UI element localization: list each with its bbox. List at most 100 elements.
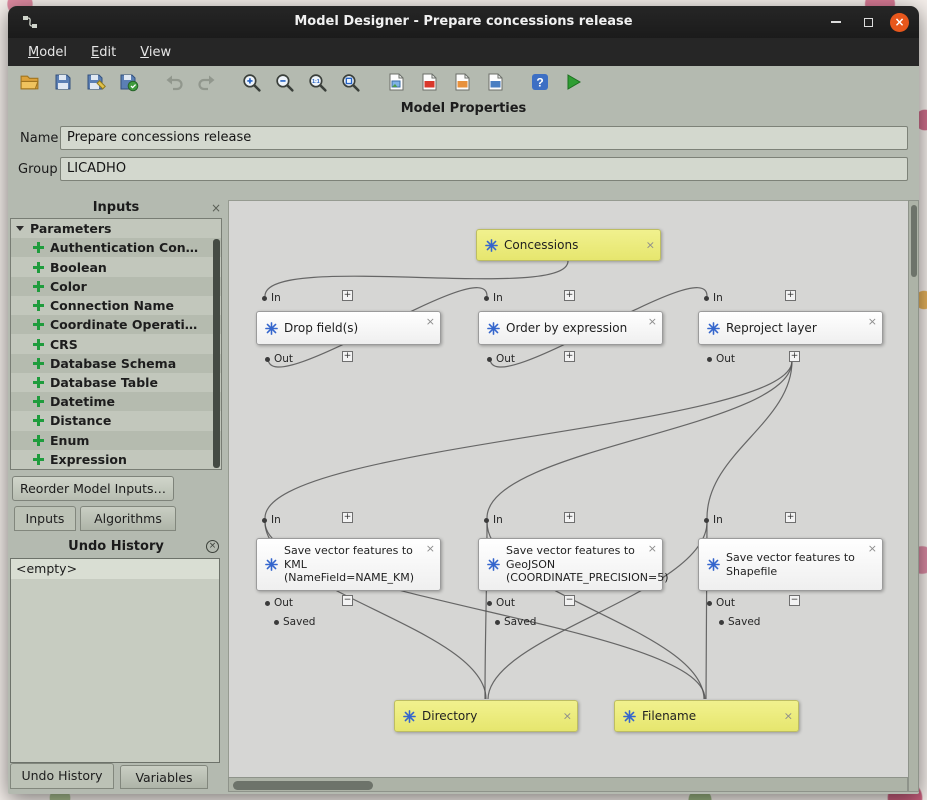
add-plus-icon	[33, 300, 44, 311]
reorder-model-inputs-button[interactable]: Reorder Model Inputs…	[12, 476, 174, 501]
node-save-kml[interactable]: Save vector features to KML (NameField=N…	[256, 538, 441, 591]
node-reproject-layer[interactable]: Reproject layer ×	[698, 311, 883, 345]
vscrollbar-thumb[interactable]	[911, 205, 917, 277]
node-close-icon[interactable]: ×	[648, 543, 657, 554]
param-expression[interactable]: Expression	[11, 450, 221, 469]
expand-inputs-toggle[interactable]: +	[785, 290, 796, 301]
undo-history-list[interactable]: <empty>	[10, 558, 220, 763]
expand-inputs-toggle[interactable]: +	[564, 512, 575, 523]
socket-saved[interactable]: Saved	[274, 616, 315, 628]
tab-algorithms[interactable]: Algorithms	[80, 506, 176, 531]
socket-saved[interactable]: Saved	[495, 616, 536, 628]
param-coordinate-operation[interactable]: Coordinate Operati…	[11, 315, 221, 334]
expand-inputs-toggle[interactable]: +	[342, 512, 353, 523]
maximize-button[interactable]	[858, 12, 878, 32]
socket-out[interactable]: Out	[265, 597, 293, 609]
param-datetime[interactable]: Datetime	[11, 392, 221, 411]
collapse-outputs-toggle[interactable]: −	[564, 595, 575, 606]
param-connection-name[interactable]: Connection Name	[11, 296, 221, 315]
param-boolean[interactable]: Boolean	[11, 257, 221, 276]
edit-model-help-button[interactable]: ?	[526, 69, 553, 96]
zoom-out-button[interactable]	[271, 69, 298, 96]
socket-in[interactable]: In	[484, 514, 503, 526]
minimize-button[interactable]	[826, 12, 846, 32]
node-close-icon[interactable]: ×	[426, 316, 435, 327]
socket-out[interactable]: Out	[707, 597, 735, 609]
titlebar[interactable]: Model Designer - Prepare concessions rel…	[8, 6, 919, 38]
undo-button[interactable]	[160, 69, 187, 96]
param-crs[interactable]: CRS	[11, 334, 221, 353]
node-filename[interactable]: Filename ×	[614, 700, 799, 732]
save-model-as-button[interactable]	[82, 69, 109, 96]
canvas-hscrollbar[interactable]	[228, 777, 908, 792]
node-order-by-expression[interactable]: Order by expression ×	[478, 311, 663, 345]
socket-in[interactable]: In	[704, 292, 723, 304]
socket-in[interactable]: In	[262, 514, 281, 526]
node-drop-fields[interactable]: Drop field(s) ×	[256, 311, 441, 345]
zoom-in-button[interactable]	[238, 69, 265, 96]
expand-inputs-toggle[interactable]: +	[785, 512, 796, 523]
zoom-actual-button[interactable]: 1:1	[304, 69, 331, 96]
save-model-button[interactable]	[49, 69, 76, 96]
expand-inputs-toggle[interactable]: +	[564, 290, 575, 301]
inputs-tree-scrollbar[interactable]	[213, 239, 220, 468]
node-close-icon[interactable]: ×	[868, 316, 877, 327]
export-as-svg-button[interactable]	[448, 69, 475, 96]
menu-view[interactable]: View	[130, 41, 181, 64]
save-model-in-project-button[interactable]	[115, 69, 142, 96]
node-close-icon[interactable]: ×	[426, 543, 435, 554]
zoom-full-icon	[340, 72, 361, 93]
model-canvas[interactable]: In + In + In + Out + Out + Out + In + In…	[228, 200, 908, 777]
socket-in[interactable]: In	[704, 514, 723, 526]
export-as-image-button[interactable]	[382, 69, 409, 96]
param-database-table[interactable]: Database Table	[11, 373, 221, 392]
expand-outputs-toggle[interactable]: +	[789, 351, 800, 362]
socket-out[interactable]: Out	[487, 597, 515, 609]
canvas-vscrollbar[interactable]	[908, 200, 919, 792]
node-close-icon[interactable]: ×	[646, 240, 655, 251]
name-input[interactable]: Prepare concessions release	[60, 126, 908, 150]
node-save-shapefile[interactable]: Save vector features to Shapefile ×	[698, 538, 883, 591]
tab-undo-history[interactable]: Undo History	[10, 763, 114, 789]
socket-out[interactable]: Out	[265, 353, 293, 365]
collapse-outputs-toggle[interactable]: −	[789, 595, 800, 606]
zoom-full-button[interactable]	[337, 69, 364, 96]
socket-out[interactable]: Out	[487, 353, 515, 365]
redo-button[interactable]	[193, 69, 220, 96]
socket-in[interactable]: In	[262, 292, 281, 304]
export-as-pdf-button[interactable]	[415, 69, 442, 96]
param-database-schema[interactable]: Database Schema	[11, 354, 221, 373]
export-as-script-button[interactable]	[481, 69, 508, 96]
menu-model[interactable]: Model	[18, 41, 77, 64]
run-model-button[interactable]	[559, 69, 586, 96]
param-color[interactable]: Color	[11, 277, 221, 296]
node-close-icon[interactable]: ×	[563, 711, 572, 722]
hscrollbar-thumb[interactable]	[233, 781, 373, 790]
inputs-panel-close-icon[interactable]: ×	[211, 202, 221, 214]
open-model-button[interactable]	[16, 69, 43, 96]
node-save-geojson[interactable]: Save vector features to GeoJSON (COORDIN…	[478, 538, 663, 591]
tab-inputs[interactable]: Inputs	[14, 506, 76, 531]
node-close-icon[interactable]: ×	[868, 543, 877, 554]
node-concessions[interactable]: Concessions ×	[476, 229, 661, 261]
node-close-icon[interactable]: ×	[648, 316, 657, 327]
node-directory[interactable]: Directory ×	[394, 700, 578, 732]
tab-variables[interactable]: Variables	[120, 765, 208, 789]
expand-inputs-toggle[interactable]: +	[342, 290, 353, 301]
zoom-actual-icon: 1:1	[307, 72, 328, 93]
menu-edit[interactable]: Edit	[81, 41, 126, 64]
socket-out[interactable]: Out	[707, 353, 735, 365]
param-enum[interactable]: Enum	[11, 431, 221, 450]
param-distance[interactable]: Distance	[11, 411, 221, 430]
undo-panel-close-icon[interactable]: ×	[206, 540, 219, 553]
expand-outputs-toggle[interactable]: +	[564, 351, 575, 362]
group-input[interactable]: LICADHO	[60, 157, 908, 181]
socket-saved[interactable]: Saved	[719, 616, 760, 628]
close-button[interactable]: ×	[890, 13, 909, 32]
tree-root-parameters[interactable]: Parameters	[11, 219, 221, 238]
param-authentication-config[interactable]: Authentication Con…	[11, 238, 221, 257]
socket-in[interactable]: In	[484, 292, 503, 304]
expand-outputs-toggle[interactable]: +	[342, 351, 353, 362]
collapse-outputs-toggle[interactable]: −	[342, 595, 353, 606]
node-close-icon[interactable]: ×	[784, 711, 793, 722]
